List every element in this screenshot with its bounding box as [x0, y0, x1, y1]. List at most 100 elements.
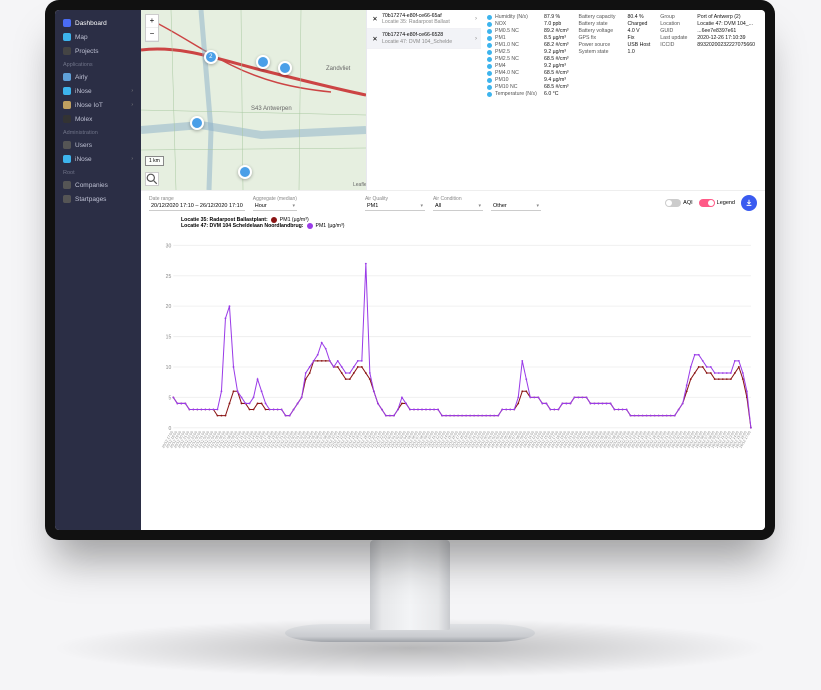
metric-row: NOX7.0 ppb [487, 21, 569, 27]
remove-selection-button[interactable]: ✕ [371, 35, 379, 43]
chevron-down-icon: ▾ [420, 203, 423, 209]
sidebar-item-inose[interactable]: iNose › [55, 152, 141, 166]
download-button[interactable] [741, 195, 757, 211]
air-quality-control[interactable]: Air Quality PM1▾ [365, 196, 425, 211]
metric-dot-icon [487, 64, 492, 69]
metrics-panel: Humidity (N/s)87.9 %NOX7.0 ppbPM0.5 NC89… [481, 10, 765, 190]
map-marker[interactable] [256, 55, 270, 69]
svg-text:15: 15 [166, 335, 172, 341]
metric-row: GPS fixFix [579, 35, 651, 41]
chevron-right-icon: › [131, 156, 133, 162]
sidebar-item-dashboard[interactable]: Dashboard [55, 16, 141, 30]
sidebar: DashboardMapProjects Applications Airlyi… [55, 10, 141, 530]
metric-row: PM2.59.2 µg/m³ [487, 49, 569, 55]
metric-row: PM18.5 µg/m³ [487, 35, 569, 41]
sidebar-section-apps: Applications [55, 58, 141, 70]
map-marker[interactable] [238, 165, 252, 179]
legend-toggle[interactable]: Legend [699, 199, 735, 207]
sidebar-item-label: Users [75, 142, 92, 149]
sidebar-section-root: Root [55, 166, 141, 178]
chevron-down-icon: ▾ [536, 203, 539, 209]
metric-row: Last update2020-12-26 17:10:39 [660, 35, 755, 41]
metric-row: Power sourceUSB Host [579, 42, 651, 48]
nav-icon [63, 181, 71, 189]
nav-icon [63, 155, 71, 163]
sidebar-item-airly[interactable]: Airly [55, 70, 141, 84]
nav-icon [63, 47, 71, 55]
sidebar-item-label: iNose [75, 156, 92, 163]
sidebar-item-label: Map [75, 34, 88, 41]
svg-text:Zandvliet: Zandvliet [326, 66, 351, 72]
metric-row: PM49.2 µg/m³ [487, 63, 569, 69]
metric-dot-icon [487, 50, 492, 55]
map-canvas[interactable]: S43 Antwerpen Zandvliet Leaflet [141, 10, 366, 190]
metric-dot-icon [487, 92, 492, 97]
metric-row: Battery capacity80.4 % [579, 14, 651, 20]
sidebar-item-label: Companies [75, 182, 108, 189]
aggregate-control[interactable]: Aggregate (median) Hour▾ [253, 196, 297, 211]
chart-legend: Locatie 35: Radarpost Ballastplant: PM1 … [181, 217, 344, 229]
metric-row: PM0.5 NC89.2 #/cm³ [487, 28, 569, 34]
sidebar-item-startpages[interactable]: Startpages [55, 192, 141, 206]
selected-device-row[interactable]: ✕70b17274-e80f-ce66-6528Locatie 47: DVM … [367, 29, 481, 48]
sidebar-item-inose-iot[interactable]: iNose IoT› [55, 98, 141, 112]
line-chart[interactable]: 05101520253020/12 17:0020/12 18:0020/12 … [149, 217, 757, 480]
nav-icon [63, 195, 71, 203]
map-marker[interactable] [278, 61, 292, 75]
metric-row: System state1.0 [579, 49, 651, 55]
metric-row: Battery voltage4.0 V [579, 28, 651, 34]
nav-icon [63, 115, 71, 123]
metric-row: GUID...6ee7e8397e61 [660, 28, 755, 34]
metric-row: Temperature (N/s)6.0 °C [487, 91, 569, 97]
sidebar-item-molex[interactable]: Molex [55, 112, 141, 126]
svg-text:30: 30 [166, 243, 172, 249]
metric-row: PM10 NC68.5 #/cm³ [487, 84, 569, 90]
download-icon [745, 199, 753, 207]
nav-icon [63, 87, 71, 95]
svg-text:10: 10 [166, 365, 172, 371]
metric-row: PM109.4 µg/m³ [487, 77, 569, 83]
nav-icon [63, 19, 71, 27]
other-control[interactable]: Other▾ [491, 196, 541, 211]
sidebar-item-map[interactable]: Map [55, 30, 141, 44]
sidebar-item-users[interactable]: Users [55, 138, 141, 152]
map-search-button[interactable] [145, 172, 159, 186]
sidebar-item-label: Projects [75, 48, 98, 55]
metric-row: Battery stateCharged [579, 21, 651, 27]
metric-row: PM1.0 NC68.2 #/cm³ [487, 42, 569, 48]
metric-dot-icon [487, 71, 492, 76]
metric-row: LocationLocatie 47: DVM 104_... [660, 21, 755, 27]
date-range-control[interactable]: Date range 20/12/2020 17:10 – 26/12/2020… [149, 196, 245, 211]
selection-list: ✕70b17274-e80f-ce66-65afLocatie 35: Rada… [366, 10, 481, 190]
metric-row: Humidity (N/s)87.9 % [487, 14, 569, 20]
metric-dot-icon [487, 15, 492, 20]
map-zoom-controls: + − [145, 14, 159, 42]
map-zoom-in[interactable]: + [146, 15, 158, 28]
nav-icon [63, 73, 71, 81]
remove-selection-button[interactable]: ✕ [371, 15, 379, 23]
sidebar-item-label: Molex [75, 116, 92, 123]
map-panel[interactable]: S43 Antwerpen Zandvliet Leaflet + − 1 km… [141, 10, 366, 190]
chevron-right-icon: › [131, 88, 133, 94]
metric-dot-icon [487, 36, 492, 41]
metric-row: GroupPort of Antwerp (2) [660, 14, 755, 20]
map-zoom-out[interactable]: − [146, 28, 158, 41]
selected-device-row[interactable]: ✕70b17274-e80f-ce66-65afLocatie 35: Rada… [367, 10, 481, 29]
chevron-right-icon: › [475, 16, 477, 22]
chevron-down-icon: ▾ [292, 203, 295, 209]
map-marker[interactable]: 2 [204, 50, 218, 64]
sidebar-item-projects[interactable]: Projects [55, 44, 141, 58]
svg-text:20: 20 [166, 304, 172, 310]
svg-text:5: 5 [168, 395, 171, 401]
sidebar-item-label: iNose [75, 88, 92, 95]
legend-item[interactable]: Locatie 47: DVM 104 Scheldelaan Noordlan… [181, 223, 344, 229]
svg-text:S43 Antwerpen: S43 Antwerpen [251, 106, 292, 112]
search-icon [146, 173, 158, 185]
svg-text:Leaflet: Leaflet [353, 182, 366, 188]
sidebar-item-inose[interactable]: iNose › [55, 84, 141, 98]
metric-dot-icon [487, 43, 492, 48]
sidebar-item-companies[interactable]: Companies [55, 178, 141, 192]
air-condition-control[interactable]: Air Condition All▾ [433, 196, 483, 211]
controls-bar: Date range 20/12/2020 17:10 – 26/12/2020… [141, 190, 765, 213]
aqi-toggle[interactable]: AQI [665, 199, 692, 207]
